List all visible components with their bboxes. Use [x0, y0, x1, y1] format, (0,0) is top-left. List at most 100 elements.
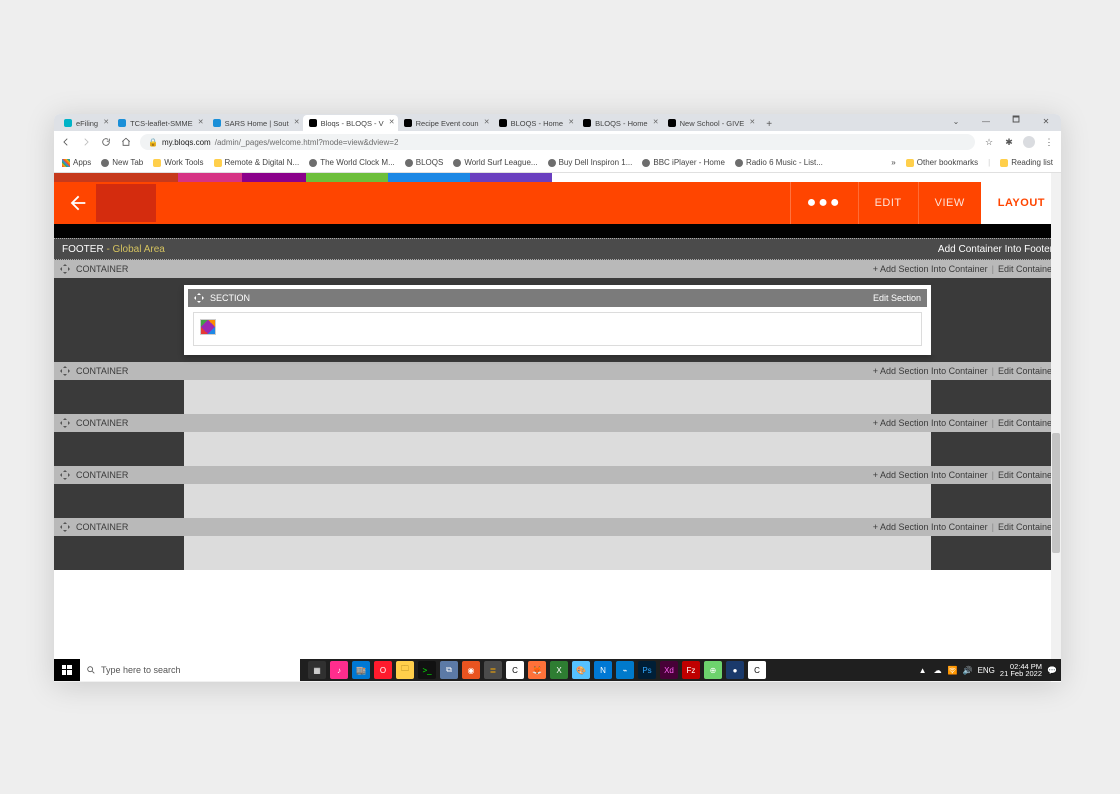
browser-tab[interactable]: BLOQS - Home✕: [577, 115, 662, 131]
browser-tab[interactable]: New School - GIVE✕: [662, 115, 759, 131]
taskbar-app-icon[interactable]: 🎨: [572, 661, 590, 679]
taskbar-app-icon[interactable]: Fz: [682, 661, 700, 679]
taskbar-app-icon[interactable]: ●: [726, 661, 744, 679]
edit-container[interactable]: Edit Container: [998, 522, 1055, 532]
mode-edit[interactable]: EDIT: [858, 182, 918, 224]
profile-avatar[interactable]: [1023, 136, 1035, 148]
nav-reload-icon[interactable]: [100, 136, 112, 148]
window-close[interactable]: ✕: [1031, 114, 1061, 128]
tab-close-icon[interactable]: ✕: [653, 118, 659, 126]
section-body[interactable]: [193, 312, 922, 346]
taskbar-app-icon[interactable]: ⌁: [616, 661, 634, 679]
bookmark-item[interactable]: New Tab: [101, 158, 143, 167]
taskbar-app-icon[interactable]: Ps: [638, 661, 656, 679]
bookmark-item[interactable]: Work Tools: [153, 158, 203, 167]
add-section-into-container[interactable]: + Add Section Into Container: [873, 264, 988, 274]
tray-lang[interactable]: ENG: [978, 666, 995, 675]
kebab-menu-icon[interactable]: ⋮: [1043, 136, 1055, 148]
nav-forward-icon[interactable]: [80, 136, 92, 148]
taskbar-app-icon[interactable]: 🗀: [396, 661, 414, 679]
block-thumbnail-icon[interactable]: [200, 319, 216, 335]
taskbar-app-icon[interactable]: ▦: [308, 661, 326, 679]
tab-close-icon[interactable]: ✕: [389, 118, 395, 126]
star-icon[interactable]: ☆: [983, 136, 995, 148]
add-section-into-container[interactable]: + Add Section Into Container: [873, 522, 988, 532]
url-field[interactable]: 🔒 my.bloqs.com/admin/_pages/welcome.html…: [140, 134, 975, 150]
move-handle-icon[interactable]: [60, 366, 70, 376]
add-section-into-container[interactable]: + Add Section Into Container: [873, 418, 988, 428]
bookmark-item[interactable]: Apps: [62, 158, 91, 167]
tray-clock[interactable]: 02:44 PM21 Feb 2022: [1000, 663, 1042, 678]
move-handle-icon[interactable]: [60, 470, 70, 480]
move-handle-icon[interactable]: [60, 264, 70, 274]
bookmark-item[interactable]: BBC iPlayer - Home: [642, 158, 725, 167]
taskbar-app-icon[interactable]: O: [374, 661, 392, 679]
taskbar-search[interactable]: Type here to search: [80, 659, 300, 681]
container-dropzone[interactable]: [184, 484, 931, 518]
bookmarks-overflow-icon[interactable]: »: [891, 158, 895, 167]
window-chevron-down-icon[interactable]: ⌄: [941, 114, 971, 128]
bookmark-item[interactable]: Other bookmarks: [906, 158, 978, 167]
container-dropzone[interactable]: [184, 380, 931, 414]
bookmark-item[interactable]: World Surf League...: [453, 158, 537, 167]
tray-icon[interactable]: 🔊: [963, 665, 973, 675]
browser-tab[interactable]: Recipe Event coun✕: [398, 115, 493, 131]
vertical-scrollbar[interactable]: [1051, 173, 1061, 670]
tray-icon[interactable]: ☁: [933, 665, 943, 675]
window-maximize[interactable]: 🗖: [1001, 114, 1031, 128]
browser-tab[interactable]: BLOQS - Home✕: [493, 115, 578, 131]
mode-menu-dots-icon[interactable]: ●●●: [790, 182, 858, 224]
nav-home-icon[interactable]: [120, 136, 132, 148]
taskbar-app-icon[interactable]: ♪: [330, 661, 348, 679]
tab-close-icon[interactable]: ✕: [568, 118, 574, 126]
taskbar-app-icon[interactable]: ≣: [484, 661, 502, 679]
taskbar-app-icon[interactable]: N: [594, 661, 612, 679]
browser-tab[interactable]: Bloqs - BLOQS - V✕: [303, 115, 398, 131]
move-handle-icon[interactable]: [60, 418, 70, 428]
move-handle-icon[interactable]: [194, 293, 204, 303]
extensions-icon[interactable]: ✱: [1003, 136, 1015, 148]
back-arrow-icon[interactable]: [58, 184, 96, 222]
browser-tab[interactable]: SARS Home | Sout✕: [207, 115, 303, 131]
move-handle-icon[interactable]: [60, 522, 70, 532]
bookmark-item[interactable]: Reading list: [1000, 158, 1053, 167]
container-dropzone[interactable]: [184, 536, 931, 570]
bookmark-item[interactable]: Buy Dell Inspiron 1...: [548, 158, 633, 167]
mode-view[interactable]: VIEW: [918, 182, 981, 224]
container-dropzone[interactable]: [184, 432, 931, 466]
tab-close-icon[interactable]: ✕: [294, 118, 300, 126]
tray-icon[interactable]: 🛜: [948, 665, 958, 675]
taskbar-app-icon[interactable]: 🏬: [352, 661, 370, 679]
tray-notifications-icon[interactable]: 💬: [1047, 666, 1057, 675]
bookmark-item[interactable]: Remote & Digital N...: [214, 158, 300, 167]
tab-close-icon[interactable]: ✕: [484, 118, 490, 126]
browser-tab[interactable]: TCS-leaflet-SMME✕: [112, 115, 207, 131]
nav-back-icon[interactable]: [60, 136, 72, 148]
taskbar-app-icon[interactable]: Xd: [660, 661, 678, 679]
taskbar-app-icon[interactable]: >_: [418, 661, 436, 679]
taskbar-app-icon[interactable]: C: [506, 661, 524, 679]
bookmark-item[interactable]: The World Clock M...: [309, 158, 395, 167]
tab-close-icon[interactable]: ✕: [198, 118, 204, 126]
edit-container[interactable]: Edit Container: [998, 470, 1055, 480]
window-minimize[interactable]: —: [971, 114, 1001, 128]
taskbar-app-icon[interactable]: ⊕: [704, 661, 722, 679]
add-section-into-container[interactable]: + Add Section Into Container: [873, 470, 988, 480]
tab-close-icon[interactable]: ✕: [749, 118, 755, 126]
mode-layout[interactable]: LAYOUT: [981, 182, 1061, 224]
taskbar-app-icon[interactable]: ⧉: [440, 661, 458, 679]
edit-container[interactable]: Edit Container: [998, 418, 1055, 428]
start-button[interactable]: [54, 659, 80, 681]
bookmark-item[interactable]: Radio 6 Music - List...: [735, 158, 823, 167]
tray-icon[interactable]: ▲: [918, 665, 928, 675]
taskbar-app-icon[interactable]: ◉: [462, 661, 480, 679]
taskbar-app-icon[interactable]: 🦊: [528, 661, 546, 679]
new-tab-button[interactable]: +: [762, 117, 776, 131]
taskbar-app-icon[interactable]: C: [748, 661, 766, 679]
edit-section[interactable]: Edit Section: [873, 293, 921, 303]
tab-close-icon[interactable]: ✕: [103, 118, 109, 126]
add-section-into-container[interactable]: + Add Section Into Container: [873, 366, 988, 376]
edit-container[interactable]: Edit Container: [998, 264, 1055, 274]
bookmark-item[interactable]: BLOQS: [405, 158, 444, 167]
add-container-into-footer[interactable]: Add Container Into Footer: [938, 244, 1053, 255]
